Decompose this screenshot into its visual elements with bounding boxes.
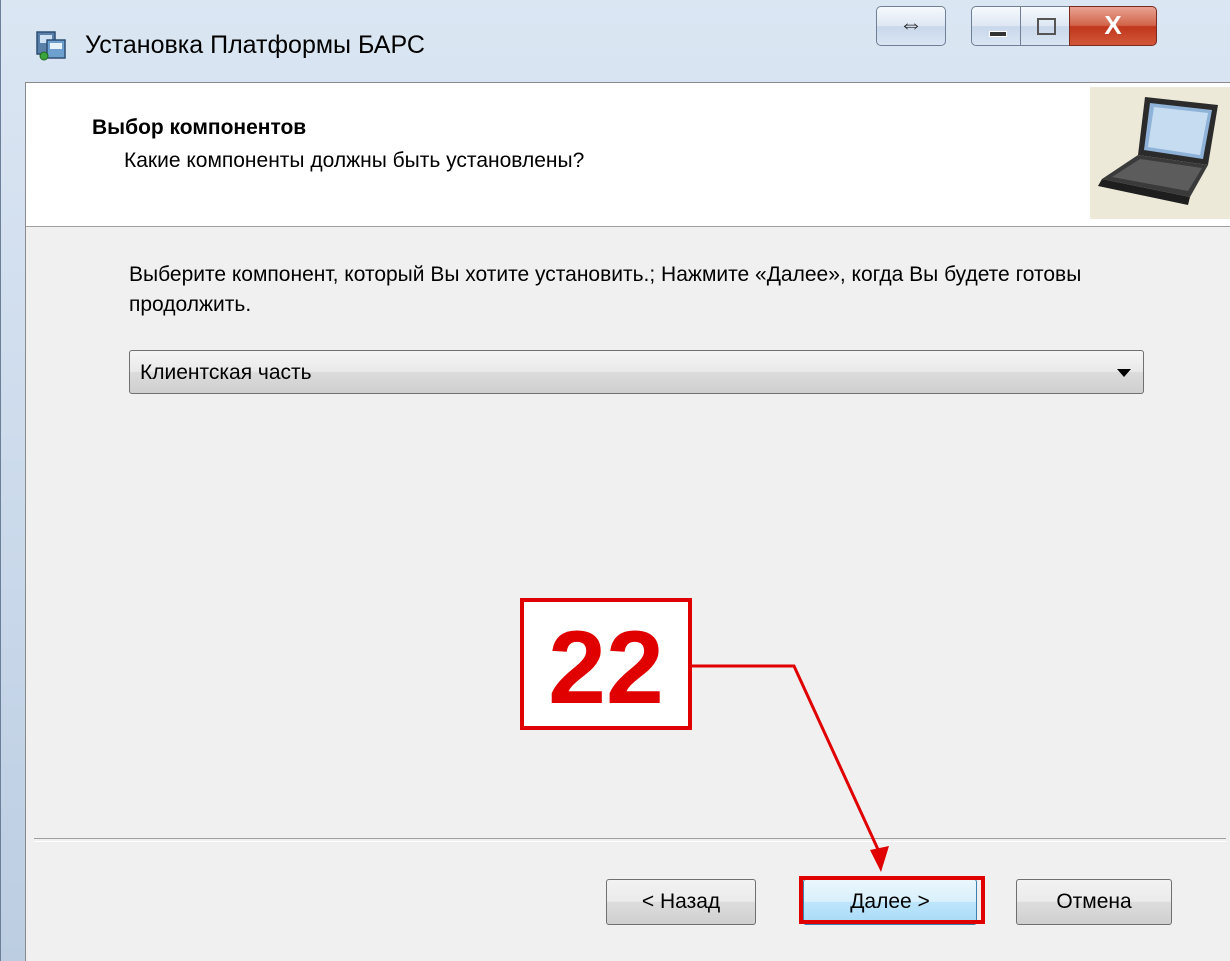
resize-toggle-button[interactable]: ⇔ — [876, 6, 946, 46]
footer-separator — [34, 838, 1226, 842]
page-subtitle: Какие компоненты должны быть установлены… — [124, 149, 585, 172]
laptop-icon — [1090, 87, 1230, 219]
close-icon: X — [1104, 10, 1122, 40]
double-arrow-icon: ⇔ — [899, 11, 923, 38]
close-button[interactable]: X — [1069, 6, 1157, 46]
step-number: 22 — [548, 610, 664, 726]
dialog-client-area: Выбор компонентов Какие компоненты должн… — [25, 82, 1230, 961]
maximize-icon — [1037, 18, 1056, 35]
installer-app-icon — [36, 31, 66, 61]
title-bar[interactable]: Установка Платформы БАРС ⇔ X — [1, 0, 1230, 82]
step-callout: 22 — [520, 598, 692, 730]
chevron-down-icon[interactable] — [1117, 369, 1131, 377]
back-button[interactable]: < Назад — [606, 879, 756, 925]
next-button-highlight — [799, 876, 985, 924]
wizard-header: Выбор компонентов Какие компоненты должн… — [26, 83, 1230, 227]
component-select[interactable]: Клиентская часть — [129, 350, 1144, 394]
page-title: Выбор компонентов — [92, 116, 307, 139]
instructions-text: Выберите компонент, который Вы хотите ус… — [129, 263, 1082, 316]
component-select-value: Клиентская часть — [140, 361, 312, 384]
minimize-icon — [989, 31, 1007, 37]
installer-window: Установка Платформы БАРС ⇔ X Выбор компо… — [0, 0, 1230, 961]
window-title: Установка Платформы БАРС — [85, 31, 425, 59]
maximize-button[interactable] — [1020, 6, 1070, 46]
minimize-button[interactable] — [971, 6, 1021, 46]
cancel-button[interactable]: Отмена — [1016, 879, 1172, 925]
